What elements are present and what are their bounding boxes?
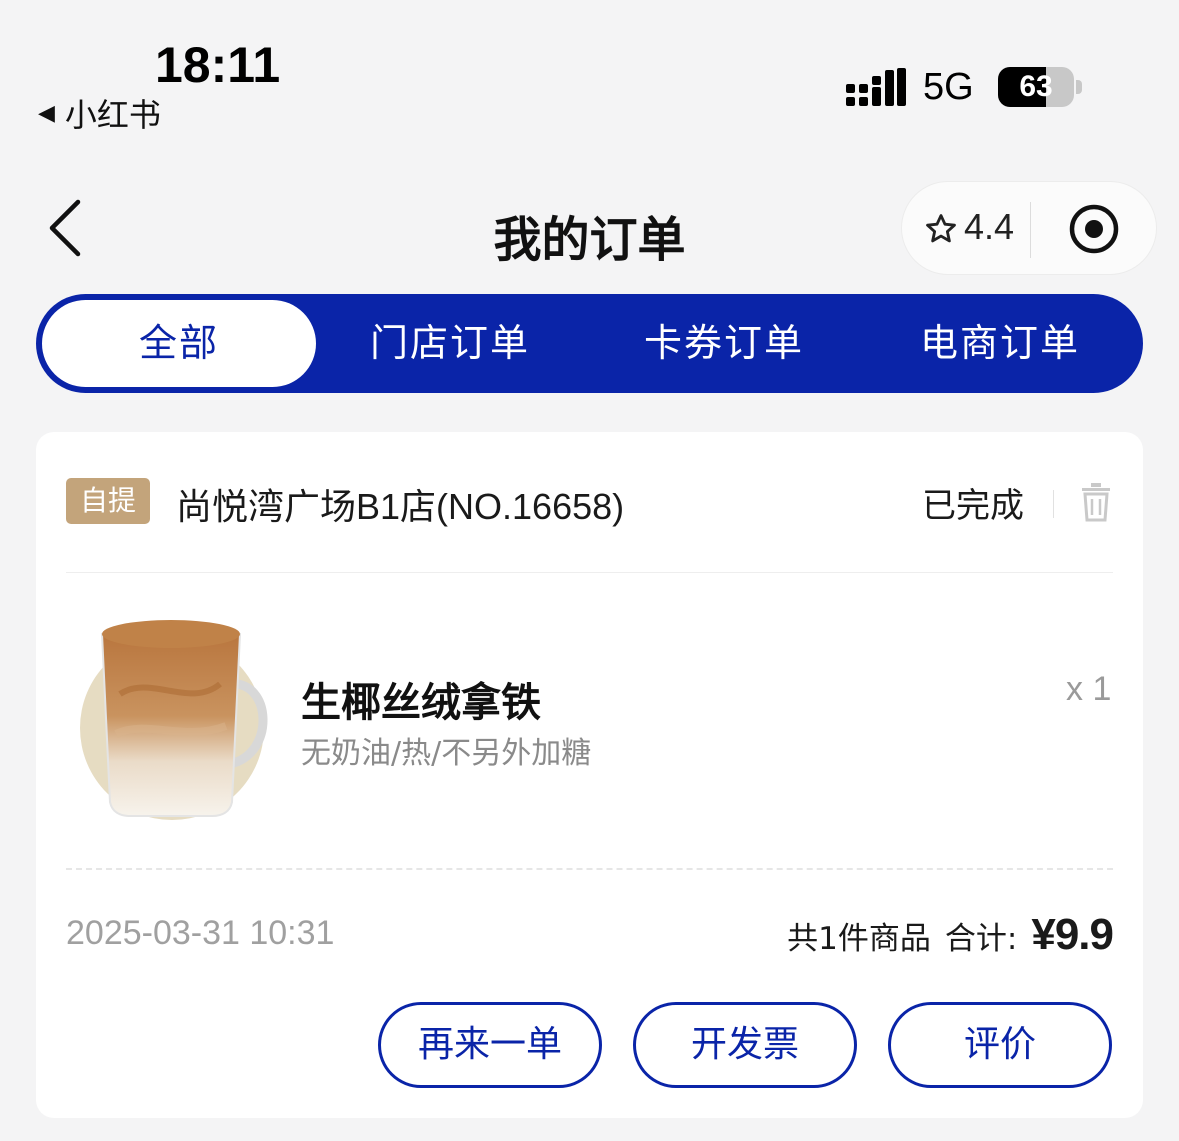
capsule-divider	[1030, 202, 1031, 258]
back-triangle-icon: ◀	[38, 100, 55, 126]
network-type: 5G	[923, 66, 974, 108]
product-name: 生椰丝绒拿铁	[301, 680, 541, 726]
pickup-badge: 自提	[66, 478, 150, 524]
order-time: 2025-03-31 10:31	[66, 914, 335, 952]
store-name: 尚悦湾广场B1店(NO.16658)	[176, 486, 625, 527]
product-quantity: x 1	[1066, 670, 1112, 708]
status-time: 18:11	[155, 37, 281, 93]
order-status: 已完成	[922, 486, 1024, 526]
star-icon[interactable]	[924, 212, 958, 246]
reorder-button[interactable]: 再来一单	[378, 1002, 602, 1088]
status-divider	[1053, 490, 1054, 518]
order-tabs: 全部 门店订单 卡券订单 电商订单	[36, 294, 1143, 393]
trash-icon[interactable]	[1080, 482, 1112, 522]
review-button[interactable]: 评价	[888, 1002, 1112, 1088]
card-divider	[66, 572, 1113, 573]
tab-store-orders[interactable]: 门店订单	[336, 294, 564, 393]
battery-icon: 63	[998, 67, 1074, 107]
status-bar: 18:11 ◀ 小红书 5G 63	[0, 0, 1179, 140]
back-app-label: 小红书	[64, 96, 161, 134]
product-options: 无奶油/热/不另外加糖	[301, 736, 592, 771]
mini-program-capsule: 4.4	[901, 181, 1157, 275]
back-to-app-link[interactable]: ◀ 小红书	[38, 90, 161, 136]
battery-level: 63	[1019, 70, 1053, 103]
total-price: ¥9.9	[1031, 910, 1114, 959]
order-card[interactable]: 自提 尚悦湾广场B1店(NO.16658) 已完成 生椰丝绒拿铁 无奶油/热/不…	[36, 432, 1143, 1118]
signal-strength-icon	[846, 68, 906, 106]
battery-cap	[1076, 80, 1082, 94]
order-summary: 共1件商品 合计: ¥9.9	[787, 910, 1114, 960]
rating-value[interactable]: 4.4	[964, 206, 1014, 248]
item-count: 共1件商品	[787, 921, 931, 957]
tab-ecommerce-orders[interactable]: 电商订单	[886, 294, 1114, 393]
latte-product-image	[80, 620, 268, 820]
dashed-divider	[66, 868, 1113, 870]
close-target-icon[interactable]	[1068, 203, 1120, 255]
total-label: 合计:	[944, 921, 1018, 957]
tab-voucher-orders[interactable]: 卡券订单	[610, 294, 838, 393]
tab-all[interactable]: 全部	[42, 300, 316, 387]
invoice-button[interactable]: 开发票	[633, 1002, 857, 1088]
